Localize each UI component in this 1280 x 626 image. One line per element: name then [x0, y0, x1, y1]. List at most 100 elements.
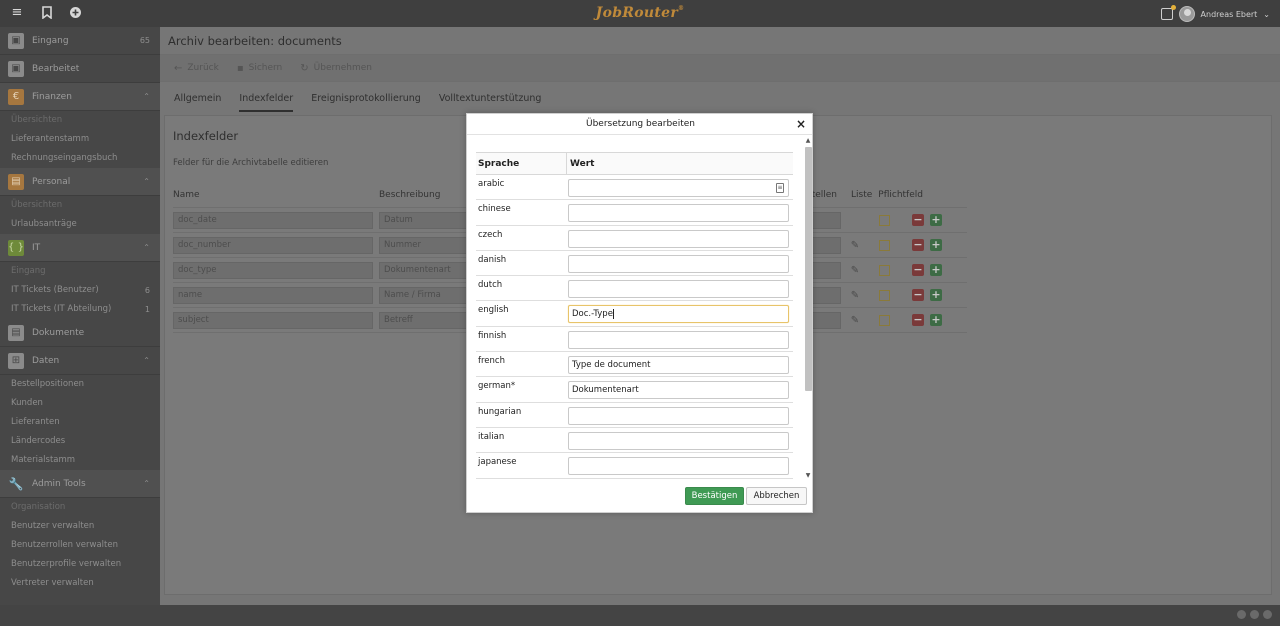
required-checkbox[interactable] — [879, 264, 890, 276]
confirm-button[interactable]: Bestätigen — [685, 487, 744, 505]
sidebar-link-lieferanten[interactable]: Lieferanten — [0, 413, 160, 432]
scroll-up-icon[interactable]: ▲ — [805, 138, 811, 144]
add-row-button[interactable]: + — [930, 239, 942, 251]
remove-row-button[interactable]: − — [912, 214, 924, 226]
avatar[interactable] — [1178, 6, 1195, 22]
tab-volltextunterstuetzung[interactable]: Volltextunterstützung — [439, 93, 542, 112]
language-label: french — [478, 356, 505, 367]
sidebar-item-count: 65 — [139, 36, 150, 45]
chevron-up-icon[interactable]: ⌃ — [143, 177, 150, 186]
sidebar-item-daten[interactable]: ⊞ Daten ⌃ — [0, 347, 160, 375]
sidebar-link-urlaubsantr-ge[interactable]: Urlaubsanträge — [0, 215, 160, 234]
sidebar-item-finanzen[interactable]: € Finanzen ⌃ — [0, 83, 160, 111]
translation-input[interactable]: ≡ — [568, 179, 789, 197]
sidebar-item-bearbeitet[interactable]: ▣ Bearbeitet — [0, 55, 160, 83]
pencil-icon[interactable]: ✎ — [847, 265, 863, 276]
translation-input[interactable] — [568, 204, 789, 223]
chevron-down-icon[interactable]: ⌄ — [1263, 10, 1270, 19]
field-description-input[interactable]: Dokumentenart — [379, 261, 467, 279]
field-description-input[interactable]: Name / Firma — [379, 286, 467, 304]
language-label: arabic — [478, 179, 505, 189]
tab-indexfelder[interactable]: Indexfelder — [239, 93, 294, 112]
notification-bag-icon[interactable] — [1160, 5, 1176, 20]
sidebar-item-admin-tools[interactable]: 🔧 Admin Tools ⌃ — [0, 470, 160, 498]
translation-input[interactable]: Doc.-Type — [568, 305, 789, 324]
translation-input[interactable] — [568, 254, 789, 273]
translation-input[interactable] — [568, 280, 789, 299]
remove-row-button[interactable]: − — [912, 239, 924, 251]
field-description-input[interactable]: Datum — [379, 211, 467, 229]
translation-row: arabic ≡ — [476, 175, 793, 201]
pencil-icon[interactable]: ✎ — [847, 290, 863, 301]
sidebar-link-materialstamm[interactable]: Materialstamm — [0, 451, 160, 470]
translation-input[interactable]: Dokumentenart — [568, 381, 789, 400]
save-button[interactable]: ▪ Sichern — [237, 63, 282, 74]
cancel-button[interactable]: Abbrechen — [746, 487, 807, 505]
person-icon: ▤ — [8, 173, 24, 190]
remove-row-button[interactable]: − — [912, 264, 924, 276]
translation-input[interactable] — [568, 431, 789, 450]
sidebar-link-vertreter-verwalten[interactable]: Vertreter verwalten — [0, 574, 160, 593]
sidebar-item-label: IT — [32, 242, 41, 253]
sidebar-item-it[interactable]: { } IT ⌃ — [0, 234, 160, 262]
sidebar-link-benutzerprofile-verwalten[interactable]: Benutzerprofile verwalten — [0, 555, 160, 574]
sidebar-link-benutzer-verwalten[interactable]: Benutzer verwalten — [0, 517, 160, 536]
pencil-icon[interactable]: ✎ — [847, 240, 863, 251]
translation-input[interactable] — [568, 457, 789, 476]
required-checkbox[interactable] — [879, 314, 890, 326]
remove-row-button[interactable]: − — [912, 314, 924, 326]
add-row-button[interactable]: + — [930, 314, 942, 326]
section-title: Indexfelder — [173, 129, 239, 143]
field-name-input[interactable]: name — [173, 286, 373, 304]
translation-input[interactable] — [568, 330, 789, 349]
field-description-input[interactable]: Nummer — [379, 236, 467, 254]
field-name-input[interactable]: doc_number — [173, 236, 373, 254]
field-description-input[interactable]: Betreff — [379, 311, 467, 329]
options-header: stellen Liste Pflichtfeld — [807, 183, 965, 208]
dialog-scrollbar[interactable]: ▲ ▼ — [804, 138, 812, 479]
required-checkbox[interactable] — [879, 289, 890, 301]
translation-input[interactable]: Type de document — [568, 356, 789, 375]
sidebar-item-dokumente[interactable]: ▤ Dokumente — [0, 319, 160, 347]
sidebar-link-lieferantenstamm[interactable]: Lieferantenstamm — [0, 130, 160, 149]
apply-button[interactable]: ↻ Übernehmen — [300, 63, 372, 74]
sidebar-item-eingang[interactable]: ▣ Eingang 65 — [0, 27, 160, 55]
sidebar-link-benutzerrollen-verwalten[interactable]: Benutzerrollen verwalten — [0, 536, 160, 555]
language-label: hungarian — [478, 406, 522, 417]
required-checkbox[interactable] — [879, 239, 890, 251]
field-name-input[interactable]: doc_date — [173, 211, 373, 229]
translation-input[interactable] — [568, 229, 789, 248]
tab-allgemein[interactable]: Allgemein — [174, 93, 221, 112]
user-menu[interactable]: Andreas Ebert ⌄ — [1160, 4, 1270, 24]
euro-icon: € — [8, 88, 24, 105]
required-checkbox[interactable] — [879, 214, 890, 226]
back-button[interactable]: ← Zurück — [174, 63, 219, 74]
chevron-up-icon[interactable]: ⌃ — [143, 243, 150, 252]
add-row-button[interactable]: + — [930, 214, 942, 226]
translation-input[interactable] — [568, 406, 789, 425]
sidebar-link-bestellpositionen[interactable]: Bestellpositionen — [0, 375, 160, 394]
virtual-keyboard-icon[interactable]: ≡ — [776, 183, 784, 193]
remove-row-button[interactable]: − — [912, 289, 924, 301]
sidebar-item-count: 6 — [144, 286, 150, 295]
sidebar-item-personal[interactable]: ▤ Personal ⌃ — [0, 168, 160, 196]
sidebar-link-rechnungseingangsbuch[interactable]: Rechnungseingangsbuch — [0, 149, 160, 168]
chevron-up-icon[interactable]: ⌃ — [143, 92, 150, 101]
field-name-input[interactable]: subject — [173, 311, 373, 329]
chevron-up-icon[interactable]: ⌃ — [143, 356, 150, 365]
close-icon[interactable]: × — [796, 117, 806, 131]
chevron-up-icon[interactable]: ⌃ — [143, 479, 150, 488]
sidebar-link-kunden[interactable]: Kunden — [0, 394, 160, 413]
save-icon: ▪ — [236, 62, 244, 74]
sidebar-link-it-tickets-it-abteilung-[interactable]: IT Tickets (IT Abteilung) 1 — [0, 300, 160, 319]
field-name-input[interactable]: doc_type — [173, 261, 373, 279]
add-row-button[interactable]: + — [930, 264, 942, 276]
add-row-button[interactable]: + — [930, 289, 942, 301]
user-name[interactable]: Andreas Ebert — [1201, 10, 1258, 19]
sidebar-link-l-ndercodes[interactable]: Ländercodes — [0, 432, 160, 451]
options-row: ✎ − + — [807, 308, 965, 333]
scrollbar-thumb[interactable] — [805, 147, 812, 391]
pencil-icon[interactable]: ✎ — [847, 315, 863, 326]
sidebar-link-it-tickets-benutzer-[interactable]: IT Tickets (Benutzer) 6 — [0, 281, 160, 300]
tab-ereignisprotokollierung[interactable]: Ereignisprotokollierung — [311, 93, 421, 112]
